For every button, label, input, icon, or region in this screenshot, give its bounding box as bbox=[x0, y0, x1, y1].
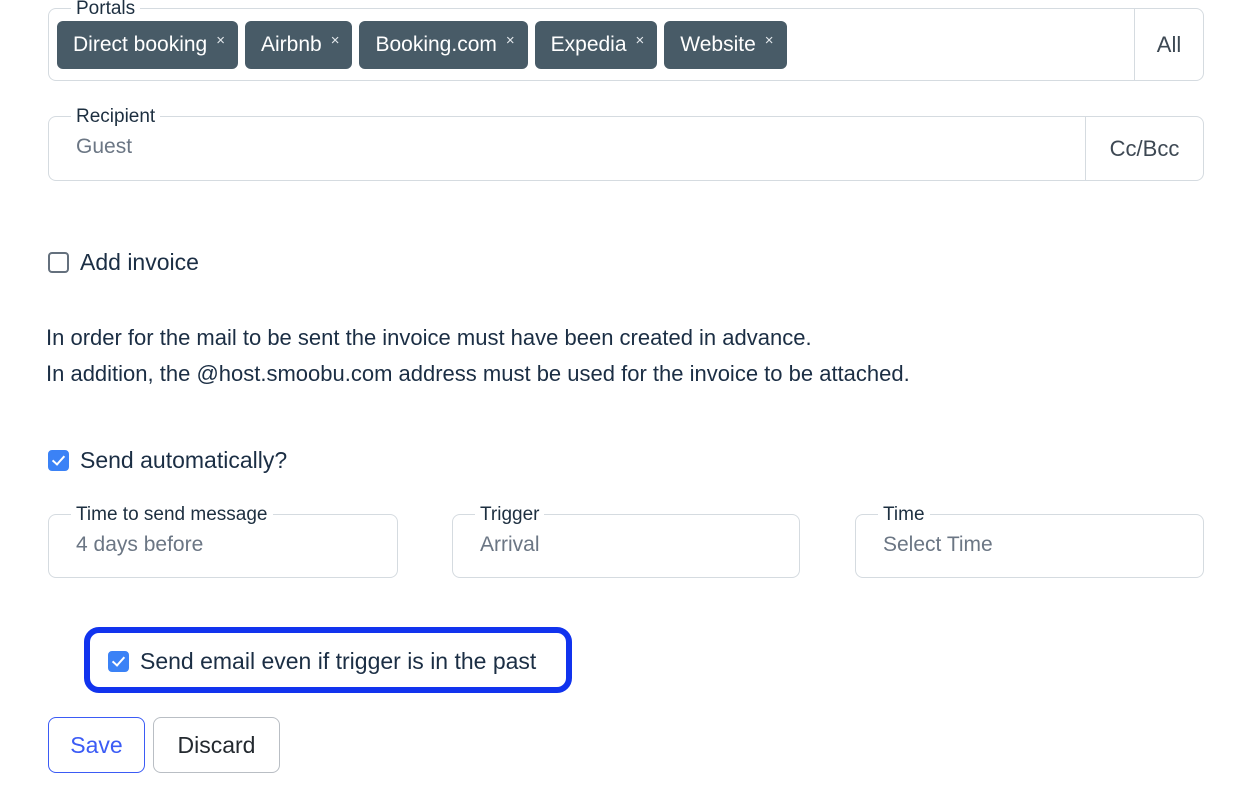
portal-chip-label: Expedia bbox=[550, 32, 627, 56]
trigger-select[interactable]: Trigger Arrival bbox=[452, 505, 800, 578]
add-invoice-row[interactable]: Add invoice bbox=[48, 249, 199, 276]
portal-chip-label: Booking.com bbox=[375, 32, 497, 56]
portal-chip[interactable]: Direct booking × bbox=[57, 20, 238, 69]
portals-all-button[interactable]: All bbox=[1134, 8, 1204, 81]
trigger-legend: Trigger bbox=[475, 505, 545, 525]
add-invoice-label: Add invoice bbox=[80, 249, 199, 275]
send-email-past-trigger-checkbox[interactable] bbox=[108, 651, 129, 672]
close-icon[interactable]: × bbox=[216, 33, 225, 48]
portal-chip[interactable]: Booking.com × bbox=[359, 20, 528, 69]
portal-chip[interactable]: Expedia × bbox=[534, 20, 658, 69]
cc-bcc-button[interactable]: Cc/Bcc bbox=[1085, 116, 1204, 181]
time-select[interactable]: Time Select Time bbox=[855, 505, 1204, 578]
close-icon[interactable]: × bbox=[765, 33, 774, 48]
save-button[interactable]: Save bbox=[48, 717, 145, 773]
send-email-past-trigger-label: Send email even if trigger is in the pas… bbox=[140, 648, 537, 674]
send-automatically-checkbox[interactable] bbox=[48, 450, 69, 471]
recipient-field[interactable]: Recipient Guest bbox=[48, 107, 1085, 181]
time-to-send-message-value: 4 days before bbox=[76, 533, 204, 556]
time-legend: Time bbox=[878, 505, 930, 525]
send-automatically-label: Send automatically? bbox=[80, 447, 288, 473]
invoice-note-line-1: In order for the mail to be sent the inv… bbox=[46, 325, 812, 350]
recipient-value: Guest bbox=[76, 135, 133, 158]
time-to-send-message-legend: Time to send message bbox=[71, 505, 273, 525]
invoice-note: In order for the mail to be sent the inv… bbox=[46, 320, 910, 392]
portal-chip-label: Website bbox=[680, 32, 756, 56]
portal-chip-label: Direct booking bbox=[73, 32, 208, 56]
close-icon[interactable]: × bbox=[331, 33, 340, 48]
close-icon[interactable]: × bbox=[636, 33, 645, 48]
invoice-note-line-2: In addition, the @host.smoobu.com addres… bbox=[46, 361, 910, 386]
trigger-value: Arrival bbox=[480, 533, 540, 556]
add-invoice-checkbox[interactable] bbox=[48, 252, 69, 273]
portal-chip[interactable]: Website × bbox=[664, 20, 787, 69]
portal-chip[interactable]: Airbnb × bbox=[245, 20, 353, 69]
send-automatically-row[interactable]: Send automatically? bbox=[48, 447, 287, 474]
portal-chip-label: Airbnb bbox=[261, 32, 322, 56]
time-to-send-message-select[interactable]: Time to send message 4 days before bbox=[48, 505, 398, 578]
discard-button[interactable]: Discard bbox=[153, 717, 280, 773]
recipient-legend: Recipient bbox=[71, 107, 161, 127]
send-email-past-trigger-row[interactable]: Send email even if trigger is in the pas… bbox=[108, 648, 536, 675]
portals-chip-list: Direct booking × Airbnb × Booking.com × … bbox=[57, 9, 787, 80]
time-value: Select Time bbox=[883, 533, 993, 556]
close-icon[interactable]: × bbox=[506, 33, 515, 48]
portals-field[interactable]: Portals Direct booking × Airbnb × Bookin… bbox=[48, 0, 1134, 81]
